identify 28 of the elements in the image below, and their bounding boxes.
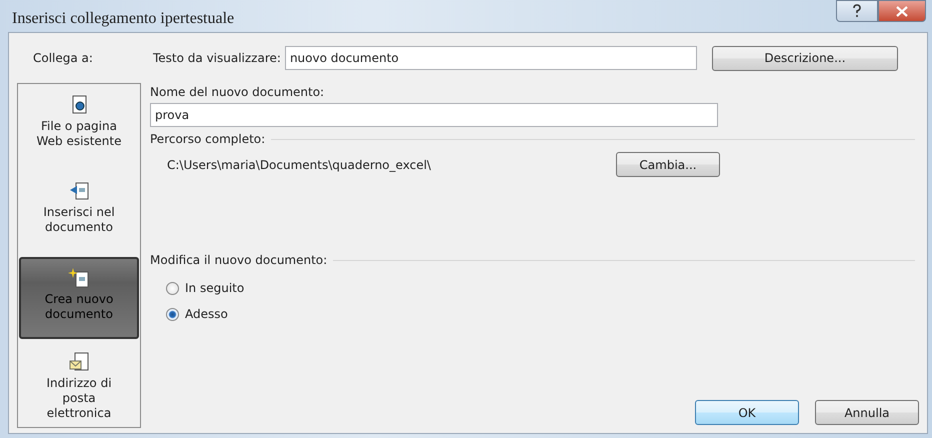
link-type-item[interactable]: Crea nuovo documento xyxy=(19,257,139,340)
radio-button[interactable] xyxy=(166,308,179,320)
link-type-item[interactable]: File o pagina Web esistente xyxy=(19,86,139,168)
close-button[interactable] xyxy=(878,0,926,22)
document-icon xyxy=(68,267,90,290)
ok-button[interactable]: OK xyxy=(695,400,799,425)
help-button[interactable] xyxy=(836,0,878,22)
radio-option[interactable]: In seguito xyxy=(166,281,919,295)
radio-option[interactable]: Adesso xyxy=(166,307,919,321)
full-path-text: C:\Users\maria\Documents\quaderno_excel\ xyxy=(166,158,431,172)
radio-button[interactable] xyxy=(166,282,179,294)
document-icon xyxy=(68,350,90,373)
link-to-label: Collega a: xyxy=(32,51,94,65)
full-path-label: Percorso completo: xyxy=(150,132,266,146)
change-button[interactable]: Cambia... xyxy=(616,152,720,177)
edit-document-label: Modifica il nuovo documento: xyxy=(150,253,328,267)
link-type-item[interactable]: Inserisci nel documento xyxy=(19,172,139,254)
help-icon xyxy=(851,4,863,18)
document-name-label: Nome del nuovo documento: xyxy=(150,85,326,99)
close-icon xyxy=(896,6,908,16)
display-text-field[interactable]: nuovo documento xyxy=(284,46,697,70)
window-title: Inserisci collegamento ipertestuale xyxy=(12,10,234,29)
link-type-item[interactable]: Indirizzo di posta elettronica xyxy=(19,342,139,425)
cancel-button[interactable]: Annulla xyxy=(815,400,919,425)
document-icon xyxy=(68,180,90,202)
document-name-field[interactable]: prova xyxy=(150,103,718,127)
description-button[interactable]: Descrizione... xyxy=(712,46,898,70)
display-text-label: Testo da visualizzare: xyxy=(152,51,281,65)
